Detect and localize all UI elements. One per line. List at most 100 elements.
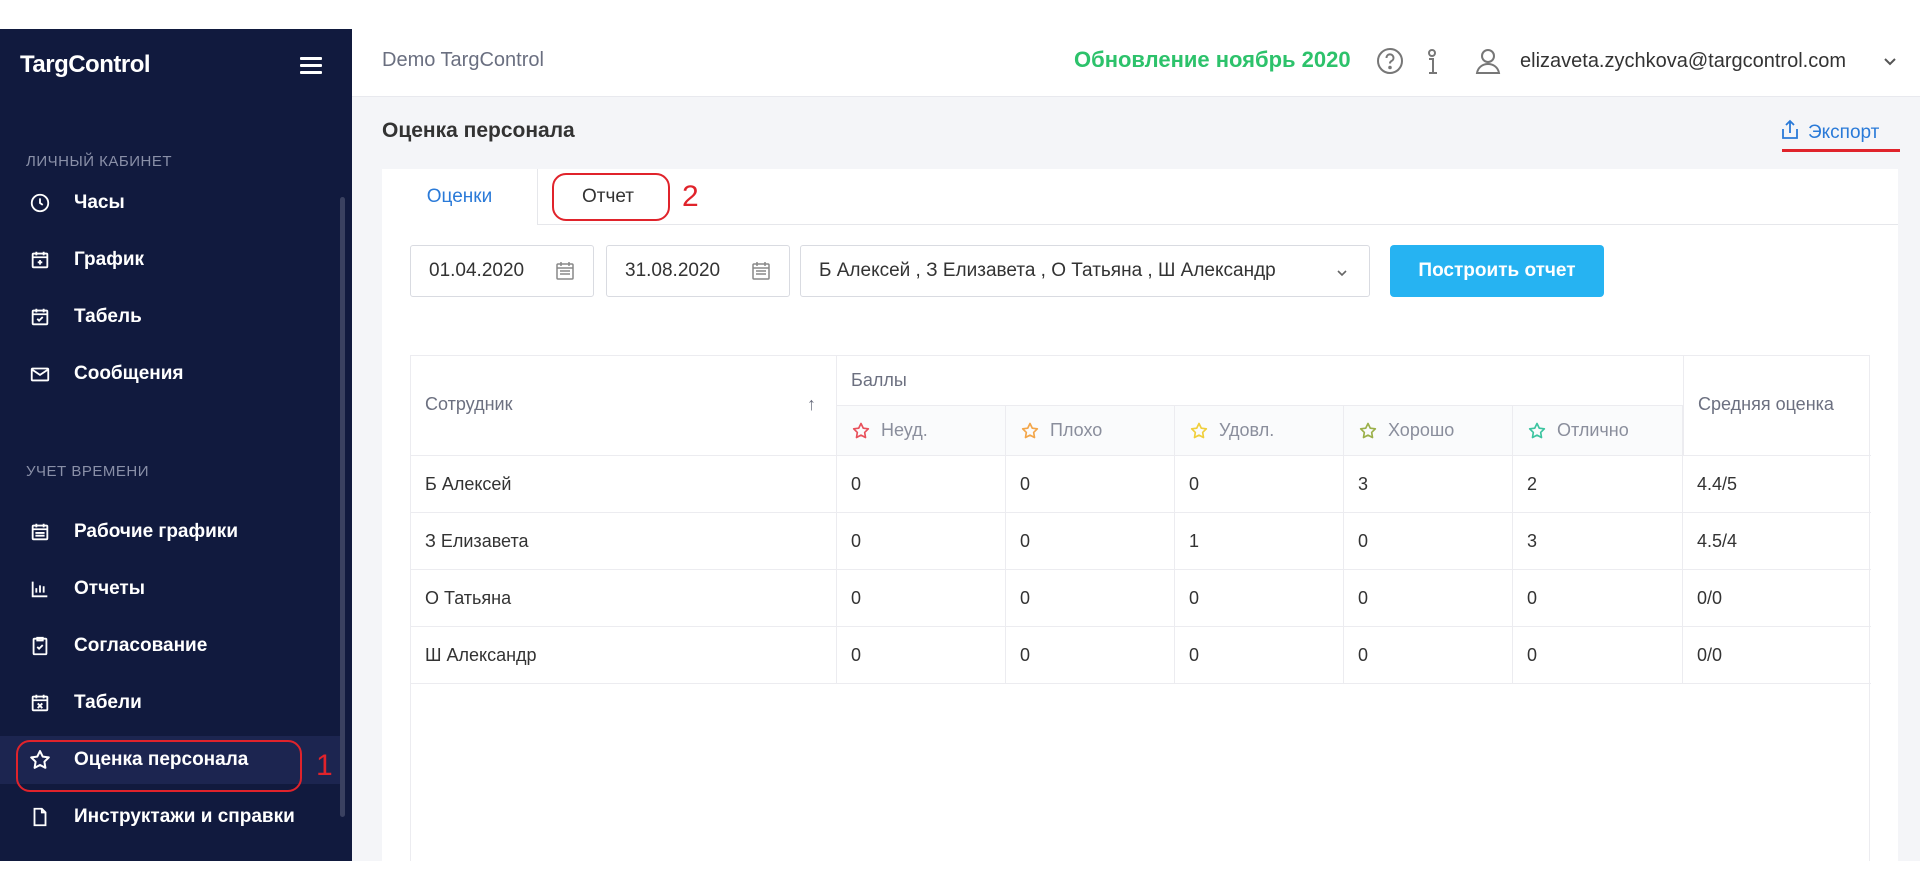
annotation-number-1: 1 bbox=[316, 749, 333, 782]
sidebar-item-label: Отчеты bbox=[74, 578, 145, 599]
cell-average: 0/0 bbox=[1697, 644, 1723, 665]
export-underline-mark bbox=[1782, 149, 1900, 152]
user-email[interactable]: elizaveta.zychkova@targcontrol.com bbox=[1520, 50, 1846, 73]
column-header-score-3: Хорошо bbox=[1344, 406, 1513, 456]
chevron-down-icon[interactable] bbox=[1882, 51, 1898, 71]
cell-score: 0 bbox=[1006, 570, 1175, 626]
report-table: Сотрудник ↑ Баллы Неуд. Плохо Удовл. Хор… bbox=[410, 355, 1871, 861]
sidebar-item-briefings[interactable]: Инструктажи и справки bbox=[0, 793, 340, 841]
column-header-label: Удовл. bbox=[1219, 420, 1275, 440]
column-header-score-1: Плохо bbox=[1006, 406, 1175, 456]
hamburger-menu-icon[interactable] bbox=[300, 57, 322, 75]
sidebar-item-timesheet[interactable]: Табель bbox=[0, 293, 340, 341]
annotation-number-2: 2 bbox=[682, 180, 699, 213]
document-icon bbox=[28, 805, 52, 829]
cell-score: 0 bbox=[837, 513, 1006, 569]
column-header-score-4: Отлично bbox=[1513, 406, 1683, 456]
sidebar-scrollbar[interactable] bbox=[340, 197, 345, 817]
cell-employee: Б Алексей bbox=[411, 456, 837, 512]
sidebar-item-label: График bbox=[74, 249, 145, 270]
cell-employee: Ш Александр bbox=[411, 627, 837, 683]
top-bar: Demo TargControl Обновление ноябрь 2020 … bbox=[352, 29, 1920, 97]
cell-score: 0 bbox=[1006, 627, 1175, 683]
column-header-average-label: Средняя оценка bbox=[1698, 394, 1834, 414]
cell-score: 0 bbox=[1344, 627, 1513, 683]
clock-icon bbox=[28, 191, 52, 215]
mail-icon bbox=[28, 362, 52, 386]
sidebar-item-schedule[interactable]: График bbox=[0, 236, 340, 284]
sidebar-item-timesheets[interactable]: Табели bbox=[0, 679, 340, 727]
build-report-button[interactable]: Построить отчет bbox=[1390, 245, 1604, 297]
column-header-employee-label: Сотрудник bbox=[425, 394, 513, 414]
employees-select[interactable]: Б Алексей , З Елизавета , О Татьяна , Ш … bbox=[800, 245, 1370, 297]
sidebar-item-work-schedules[interactable]: Рабочие графики bbox=[0, 508, 340, 556]
clipboard-check-icon bbox=[28, 634, 52, 658]
cell-score: 2 bbox=[1513, 456, 1683, 512]
annotation-box-2 bbox=[552, 173, 670, 221]
update-link[interactable]: Обновление ноябрь 2020 bbox=[1074, 47, 1351, 73]
column-group-scores-label: Баллы bbox=[851, 370, 907, 390]
calendar-plus-icon bbox=[28, 248, 52, 272]
company-title: Demo TargControl bbox=[382, 49, 544, 71]
tab-evaluations[interactable]: Оценки bbox=[382, 169, 538, 225]
table-row: З Елизавета 0 0 1 0 3 4.5/4 bbox=[411, 513, 1871, 570]
cell-score: 0 bbox=[1175, 456, 1344, 512]
sidebar-item-label: Табель bbox=[74, 306, 142, 327]
date-from-field[interactable]: 01.04.2020 bbox=[410, 245, 594, 297]
export-label: Экспорт bbox=[1808, 121, 1880, 143]
section-title-personal: ЛИЧНЫЙ КАБИНЕТ bbox=[26, 153, 173, 170]
bar-chart-icon bbox=[28, 577, 52, 601]
cell-score: 0 bbox=[1513, 570, 1683, 626]
sidebar-item-label: Согласование bbox=[74, 635, 208, 656]
cell-score: 0 bbox=[1344, 570, 1513, 626]
sidebar-item-label: Инструктажи и справки bbox=[74, 806, 295, 827]
app-logo: TargControl bbox=[20, 51, 151, 78]
column-header-label: Отлично bbox=[1557, 420, 1629, 440]
report-card: Оценки Отчет 01.04.2020 31.08.2020 Б Але… bbox=[382, 169, 1898, 861]
cell-score: 0 bbox=[1006, 456, 1175, 512]
star-icon bbox=[1359, 422, 1377, 438]
column-header-average: Средняя оценка bbox=[1683, 356, 1871, 456]
page-title: Оценка персонала bbox=[382, 119, 575, 142]
sidebar-item-approval[interactable]: Согласование bbox=[0, 622, 340, 670]
help-icon[interactable] bbox=[1376, 47, 1404, 75]
sidebar-item-label: Сообщения bbox=[74, 363, 184, 384]
column-header-label: Плохо bbox=[1050, 420, 1103, 440]
sidebar-item-label: Часы bbox=[74, 192, 125, 213]
sort-arrow-icon[interactable]: ↑ bbox=[807, 394, 816, 415]
calendar-grid-icon bbox=[28, 520, 52, 544]
cell-score: 0 bbox=[1175, 627, 1344, 683]
cell-score: 1 bbox=[1175, 513, 1344, 569]
app-window: TargControl ЛИЧНЫЙ КАБИНЕТ Часы График Т… bbox=[0, 29, 1920, 861]
column-header-label: Неуд. bbox=[881, 420, 928, 440]
table-row: Б Алексей 0 0 0 3 2 4.4/5 bbox=[411, 456, 1871, 513]
date-from-value: 01.04.2020 bbox=[429, 260, 525, 281]
cell-score: 0 bbox=[1513, 627, 1683, 683]
cell-employee: З Елизавета bbox=[411, 513, 837, 569]
column-header-score-2: Удовл. bbox=[1175, 406, 1344, 456]
star-icon bbox=[1528, 422, 1546, 438]
table-row: Ш Александр 0 0 0 0 0 0/0 bbox=[411, 627, 1871, 684]
export-button[interactable]: Экспорт bbox=[1780, 119, 1879, 146]
cell-score: 0 bbox=[1006, 513, 1175, 569]
sidebar-item-hours[interactable]: Часы bbox=[0, 179, 340, 227]
cell-score: 0 bbox=[837, 627, 1006, 683]
column-header-employee[interactable]: Сотрудник ↑ bbox=[411, 356, 837, 456]
cell-average: 0/0 bbox=[1697, 587, 1723, 608]
cell-average: 4.4/5 bbox=[1697, 473, 1738, 494]
sidebar-item-reports[interactable]: Отчеты bbox=[0, 565, 340, 613]
table-row: О Татьяна 0 0 0 0 0 0/0 bbox=[411, 570, 1871, 627]
date-to-field[interactable]: 31.08.2020 bbox=[606, 245, 790, 297]
sidebar-item-messages[interactable]: Сообщения bbox=[0, 350, 340, 398]
column-group-scores: Баллы bbox=[837, 356, 1683, 406]
employees-select-value: Б Алексей , З Елизавета , О Татьяна , Ш … bbox=[819, 260, 1276, 281]
star-icon bbox=[1190, 422, 1208, 438]
chevron-down-icon bbox=[1335, 264, 1349, 278]
date-to-value: 31.08.2020 bbox=[625, 260, 721, 281]
column-header-label: Хорошо bbox=[1388, 420, 1455, 440]
info-icon[interactable] bbox=[1422, 47, 1442, 77]
cell-score: 3 bbox=[1513, 513, 1683, 569]
cell-score: 0 bbox=[837, 456, 1006, 512]
screenshot-stage: TargControl ЛИЧНЫЙ КАБИНЕТ Часы График Т… bbox=[0, 0, 1920, 896]
user-icon bbox=[1474, 47, 1502, 75]
